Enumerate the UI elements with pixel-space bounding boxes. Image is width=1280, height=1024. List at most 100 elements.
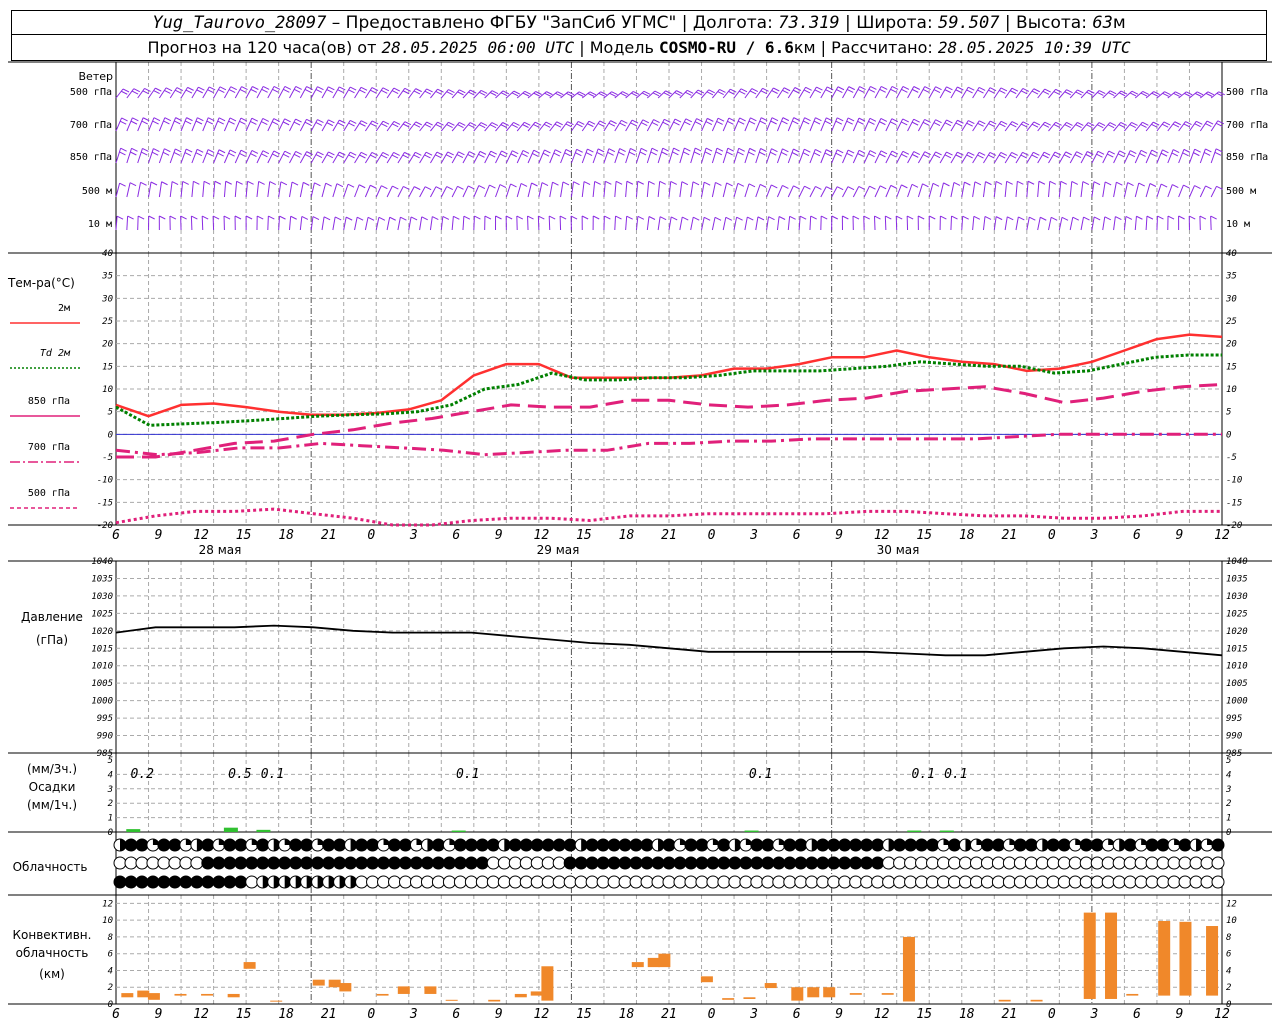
wind-barb-feather	[810, 215, 817, 220]
cloud-symbol	[1211, 875, 1225, 889]
wind-barb-feather	[521, 153, 528, 158]
wind-barb-feather	[686, 89, 694, 94]
cloud-symbol	[849, 838, 863, 852]
wind-barb-shaft	[831, 149, 838, 164]
cloud-symbol	[695, 856, 709, 870]
wind-barb-feather	[541, 182, 549, 187]
cloud-symbol	[882, 856, 896, 870]
wind-barb-feather	[174, 120, 181, 125]
wind-barb-shaft	[1015, 181, 1018, 198]
wind-barb-feather	[491, 122, 499, 126]
wind-barb-shaft	[983, 152, 991, 164]
hour-tick-label-bottom: 18	[278, 1007, 294, 1022]
cloud-symbol	[750, 875, 764, 889]
conv-bar	[397, 986, 410, 994]
cloud-symbol	[904, 856, 918, 870]
wind-barb-feather	[164, 148, 171, 153]
precip-value-label: 0.1	[944, 767, 967, 782]
wind-barb-feather	[706, 91, 714, 96]
hour-tick-label: 21	[1001, 528, 1017, 543]
wind-barb-feather	[195, 152, 203, 157]
wind-barb-feather	[370, 123, 377, 127]
cloud-symbol	[695, 838, 709, 852]
wind-barb-feather	[258, 180, 265, 185]
wind-barb-shaft	[1178, 91, 1187, 99]
cloud-symbol	[201, 838, 215, 852]
temp-ytick-left: -5	[102, 453, 113, 463]
wind-barb-feather	[120, 147, 127, 152]
wind-barb-shaft	[1113, 150, 1120, 164]
wind-barb-shaft	[896, 151, 904, 164]
wind-barb-feather	[1000, 120, 1008, 125]
hour-tick-label: 15	[576, 528, 592, 543]
cloud-symbol	[1079, 875, 1093, 889]
wind-barb-feather	[326, 122, 334, 127]
wind-barb-shaft	[354, 120, 362, 132]
wind-barb-feather	[1109, 122, 1117, 126]
wind-barb-shaft	[993, 87, 1002, 99]
wind-barb-feather	[922, 88, 930, 93]
wind-barb-feather	[484, 215, 492, 220]
wind-barb-feather	[684, 121, 691, 126]
wind-barb-shaft	[549, 182, 553, 198]
wind-barb-shaft	[766, 184, 772, 198]
cloud-symbol	[1189, 875, 1203, 889]
wind-barb-feather	[703, 181, 711, 186]
wind-barb-feather	[1018, 216, 1025, 221]
wind-barb-feather	[988, 154, 995, 159]
wind-barb-feather	[1172, 123, 1180, 128]
wind-barb-feather	[637, 215, 645, 220]
wind-barb-shaft	[1004, 216, 1008, 231]
wind-barb-feather	[999, 89, 1006, 94]
wind-barb-feather	[944, 154, 952, 159]
wind-barb-feather	[510, 183, 517, 188]
cloud-symbol	[596, 875, 610, 889]
wind-barb-feather	[1040, 216, 1047, 221]
hour-tick-label-bottom: 15	[916, 1007, 932, 1022]
wind-barb-shaft	[451, 186, 458, 198]
cloud-symbol	[508, 838, 522, 852]
hour-tick-label: 9	[155, 528, 163, 543]
cloud-symbol	[497, 856, 511, 870]
hour-tick-label: 18	[959, 528, 975, 543]
wind-barb-feather	[501, 150, 508, 155]
wind-barb-feather	[642, 119, 650, 124]
wind-barb-shaft	[256, 181, 260, 198]
wind-barb-feather	[424, 154, 431, 159]
wind-barb-feather	[912, 88, 919, 93]
wind-barb-shaft	[321, 183, 327, 198]
wind-barb-feather	[913, 151, 921, 155]
wind-barb-shaft	[852, 86, 861, 99]
temp-ytick-right: 30	[1225, 294, 1237, 304]
cloud-symbol	[366, 856, 380, 870]
wind-barb-feather	[214, 180, 222, 185]
wind-barb-feather	[458, 151, 465, 156]
wind-barb-feather	[359, 89, 366, 94]
hour-tick-label-bottom: 6	[793, 1007, 801, 1022]
wind-barb-shaft	[430, 151, 438, 164]
wind-barb-feather	[334, 216, 342, 221]
wind-barb-shaft	[744, 148, 751, 164]
wind-barb-feather	[1027, 180, 1035, 185]
wind-barb-shaft	[548, 216, 551, 231]
wind-barb-feather	[360, 120, 368, 125]
precip-bar	[223, 827, 238, 832]
wind-barb-shaft	[506, 90, 515, 99]
wind-barb-feather	[944, 122, 952, 127]
precip-bar	[744, 830, 759, 832]
hour-tick-label-bottom: 6	[1133, 1007, 1141, 1022]
wind-barb-feather	[727, 147, 735, 152]
wind-barb-shaft	[223, 117, 231, 132]
wind-barb-shaft	[917, 151, 926, 164]
wind-barb-shaft	[1145, 216, 1148, 231]
cloud-symbol	[190, 875, 204, 889]
wind-barb-shaft	[516, 183, 522, 198]
cloud-symbol	[124, 875, 138, 889]
wind-barb-shaft	[842, 86, 850, 99]
wind-barb-feather	[715, 151, 723, 156]
wind-barb-feather	[619, 122, 626, 127]
cloud-symbol	[618, 838, 632, 852]
cloud-symbol	[431, 856, 445, 870]
wind-barb-shaft	[1048, 151, 1056, 164]
cloud-symbol	[761, 875, 775, 889]
